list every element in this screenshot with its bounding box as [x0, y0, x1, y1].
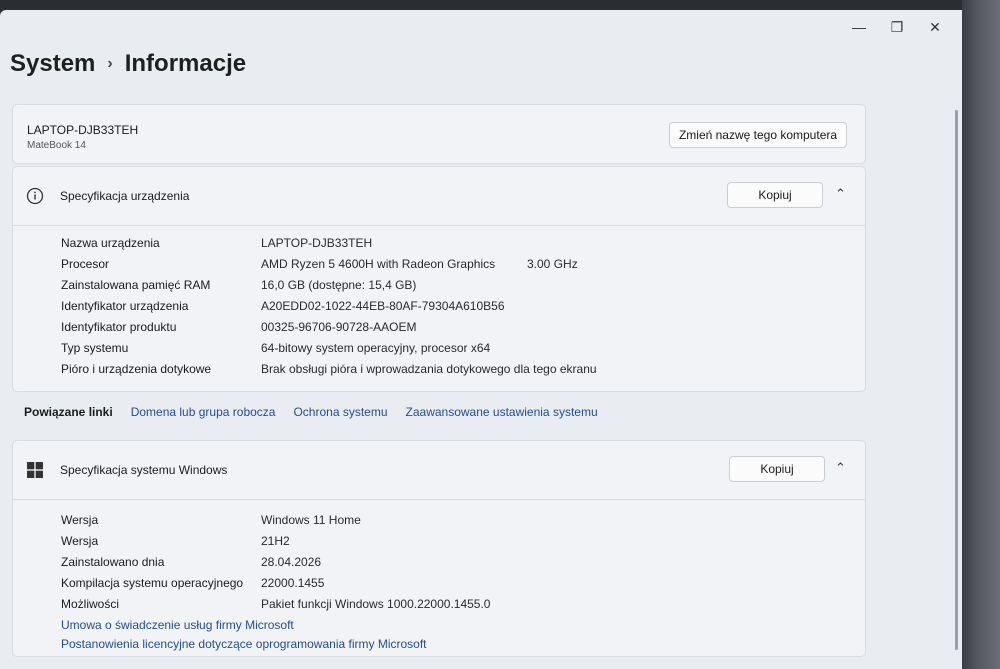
- device-spec-title: Specyfikacja urządzenia: [60, 189, 190, 203]
- spec-value: Pakiet funkcji Windows 1000.22000.1455.0: [261, 597, 491, 611]
- device-spec-header[interactable]: Specyfikacja urządzenia Kopiuj ⌃: [13, 167, 865, 225]
- spec-label: Zainstalowana pamięć RAM: [61, 278, 211, 292]
- pc-name-card: LAPTOP-DJB33TEH MateBook 14 Zmień nazwę …: [12, 104, 866, 164]
- spec-label: Pióro i urządzenia dotykowe: [61, 362, 212, 376]
- windows-logo-icon: [27, 462, 43, 478]
- copy-windows-spec-button[interactable]: Kopiuj: [729, 456, 825, 482]
- cpu-clock: 3.00 GHz: [527, 257, 578, 271]
- spec-value: LAPTOP-DJB33TEH: [261, 236, 373, 250]
- rename-pc-button[interactable]: Zmień nazwę tego komputera: [669, 122, 847, 148]
- breadcrumb-parent[interactable]: System: [10, 50, 95, 78]
- spec-label: Kompilacja systemu operacyjnego: [61, 576, 244, 590]
- spec-value: 00325-96706-90728-AAOEM: [261, 320, 417, 334]
- link-ms-services-agreement[interactable]: Umowa o świadczenie usług firmy Microsof…: [61, 618, 294, 632]
- minimize-button[interactable]: —: [840, 14, 878, 40]
- chevron-up-icon[interactable]: ⌃: [835, 460, 846, 476]
- chevron-right-icon: ›: [107, 55, 113, 72]
- chevron-up-icon[interactable]: ⌃: [835, 186, 846, 202]
- pc-model: MateBook 14: [27, 140, 86, 151]
- spec-value: Brak obsługi pióra i wprowadzania dotyko…: [261, 362, 597, 376]
- link-system-protection[interactable]: Ochrona systemu: [293, 405, 387, 419]
- spec-value: 22000.1455: [261, 576, 325, 590]
- page-title: Informacje: [124, 50, 247, 77]
- copy-device-spec-button[interactable]: Kopiuj: [727, 182, 823, 208]
- device-spec-card: Specyfikacja urządzenia Kopiuj ⌃ Nazwa u…: [12, 166, 866, 392]
- spec-value: 21H2: [261, 534, 290, 548]
- windows-spec-title: Specyfikacja systemu Windows: [60, 463, 228, 477]
- close-button[interactable]: ✕: [916, 14, 954, 40]
- spec-label: Identyfikator urządzenia: [61, 299, 189, 313]
- breadcrumb: System › Informacje: [10, 50, 246, 78]
- spec-value: 16,0 GB (dostępne: 15,4 GB): [261, 278, 417, 292]
- windows-spec-body: Wersja Windows 11 Home Wersja 21H2 Zains…: [13, 499, 865, 656]
- spec-value: 64-bitowy system operacyjny, procesor x6…: [261, 341, 491, 355]
- spec-label: Wersja: [61, 513, 99, 527]
- spec-value: Windows 11 Home: [261, 513, 361, 527]
- windows-spec-header[interactable]: Specyfikacja systemu Windows Kopiuj ⌃: [13, 441, 865, 499]
- link-advanced-settings[interactable]: Zaawansowane ustawienia systemu: [406, 405, 598, 419]
- scrollbar[interactable]: [955, 110, 958, 650]
- spec-value: 28.04.2026: [261, 555, 322, 569]
- windows-spec-card: Specyfikacja systemu Windows Kopiuj ⌃ We…: [12, 440, 866, 657]
- related-links-label: Powiązane linki: [24, 405, 113, 419]
- spec-value: AMD Ryzen 5 4600H with Radeon Graphics: [261, 257, 496, 271]
- device-spec-body: Nazwa urządzenia LAPTOP-DJB33TEH Proceso…: [13, 225, 865, 391]
- maximize-button[interactable]: ❐: [878, 14, 916, 40]
- spec-label: Identyfikator produktu: [61, 320, 177, 334]
- screen-bezel: [962, 0, 1000, 669]
- pc-name: LAPTOP-DJB33TEH: [27, 123, 139, 137]
- related-links: Powiązane linki Domena lub grupa robocza…: [24, 405, 598, 419]
- link-domain-workgroup[interactable]: Domena lub grupa robocza: [131, 405, 276, 419]
- info-icon: [26, 187, 44, 205]
- link-ms-license-terms[interactable]: Postanowienia licencyjne dotyczące oprog…: [61, 637, 427, 651]
- spec-value: A20EDD02-1022-44EB-80AF-79304A610B56: [261, 299, 505, 313]
- spec-label: Procesor: [61, 257, 110, 271]
- window-controls: — ❐ ✕: [840, 14, 954, 40]
- spec-label: Możliwości: [61, 597, 120, 611]
- spec-label: Typ systemu: [61, 341, 129, 355]
- spec-label: Wersja: [61, 534, 99, 548]
- settings-window: — ❐ ✕ System › Informacje LAPTOP-DJB33TE…: [0, 10, 962, 669]
- spec-label: Nazwa urządzenia: [61, 236, 160, 250]
- spec-label: Zainstalowano dnia: [61, 555, 165, 569]
